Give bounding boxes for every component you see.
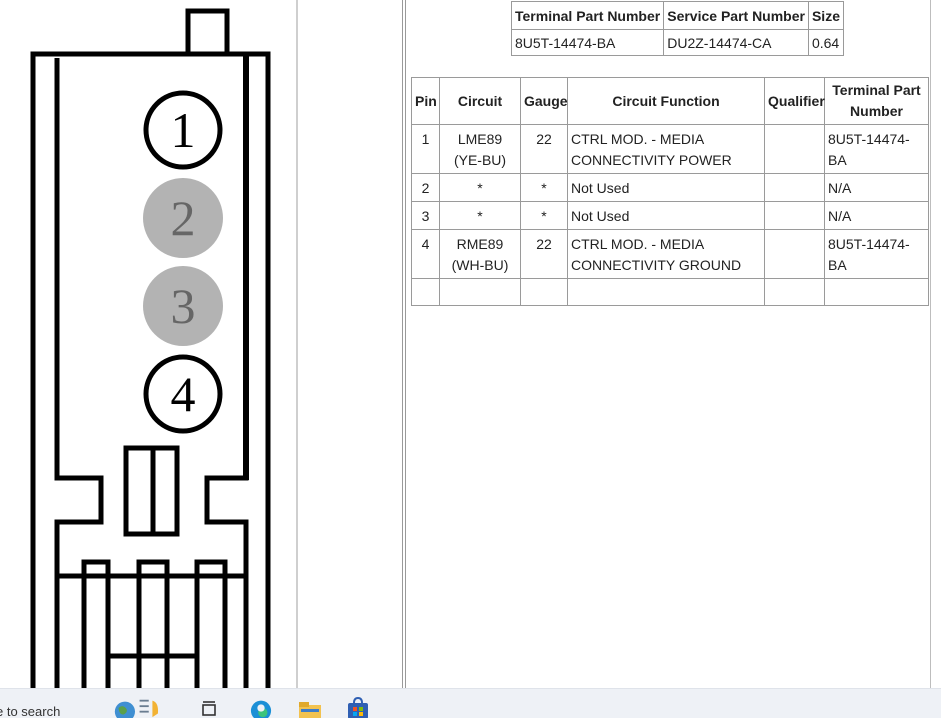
table-row-empty <box>411 278 929 306</box>
panel-divider <box>405 0 406 688</box>
store-icon[interactable] <box>346 697 370 718</box>
table-row: 8U5T-14474-BA DU2Z-14474-CA 0.64 <box>510 29 844 56</box>
column-header-gauge: Gauge <box>520 77 568 125</box>
empty-cell <box>520 278 568 306</box>
column-header-qualifier: Qualifier <box>764 77 825 125</box>
qualifier-cell <box>764 124 825 174</box>
terminal-part-number-cell: N/A <box>824 173 929 202</box>
table-row: 1 LME89 (YE-BU) 22 CTRL MOD. - MEDIA CON… <box>411 124 929 174</box>
table-header-row: Pin Circuit Gauge Circuit Function Quali… <box>411 77 929 125</box>
empty-cell <box>824 278 929 306</box>
terminal-part-number-cell: N/A <box>824 201 929 230</box>
circuit-cell: LME89 (YE-BU) <box>439 124 521 174</box>
gauge-cell: 22 <box>520 229 568 279</box>
pin-number-label: 1 <box>171 102 196 158</box>
gauge-cell: * <box>520 173 568 202</box>
circuit-function-cell: CTRL MOD. - MEDIA CONNECTIVITY POWER <box>567 124 765 174</box>
pin-cell: 2 <box>411 173 440 202</box>
pin-table: Pin Circuit Gauge Circuit Function Quali… <box>411 77 929 306</box>
terminal-summary-table: Terminal Part Number Service Part Number… <box>510 1 844 56</box>
circuit-function-cell: CTRL MOD. - MEDIA CONNECTIVITY GROUND <box>567 229 765 279</box>
panel-divider[interactable] <box>296 0 298 688</box>
column-header-circuit: Circuit <box>439 77 521 125</box>
circuit-cell: RME89 (WH-BU) <box>439 229 521 279</box>
service-part-number-cell: DU2Z-14474-CA <box>663 29 809 56</box>
pin-cell: 1 <box>411 124 440 174</box>
empty-cell <box>411 278 440 306</box>
pin-number-label: 2 <box>171 190 196 246</box>
edge-browser-icon[interactable] <box>248 697 274 718</box>
file-explorer-icon[interactable] <box>298 697 322 718</box>
table-row: 3 * * Not Used N/A <box>411 201 929 230</box>
circuit-function-cell: Not Used <box>567 201 765 230</box>
column-header: Size <box>807 1 844 30</box>
pin-cell: 3 <box>411 201 440 230</box>
taskbar-search-box[interactable]: e to search <box>0 704 60 718</box>
column-header: Service Part Number <box>663 1 809 30</box>
circuit-function-cell: Not Used <box>567 173 765 202</box>
terminal-part-number-cell: 8U5T-14474-BA <box>510 29 665 56</box>
empty-cell <box>567 278 765 306</box>
weather-icon[interactable] <box>110 697 160 718</box>
column-header: Terminal Part Number <box>510 1 665 30</box>
connector-drawing: 1 2 3 4 <box>30 8 271 688</box>
gauge-cell: * <box>520 201 568 230</box>
connector-inner-wall-left <box>54 58 104 688</box>
circuit-cell: * <box>439 201 521 230</box>
table-header-row: Terminal Part Number Service Part Number… <box>510 1 844 30</box>
terminal-part-number-cell: 8U5T-14474-BA <box>824 229 929 279</box>
terminal-part-number-cell: 8U5T-14474-BA <box>824 124 929 174</box>
taskbar: e to search <box>0 688 941 718</box>
connector-diagram: 1 2 3 4 <box>0 0 297 688</box>
task-view-icon[interactable] <box>200 697 220 718</box>
pin-number-label: 3 <box>171 278 196 334</box>
panel-divider <box>402 0 403 688</box>
column-header-circuit-function: Circuit Function <box>567 77 765 125</box>
qualifier-cell <box>764 173 825 202</box>
gauge-cell: 22 <box>520 124 568 174</box>
column-header-pin: Pin <box>411 77 440 125</box>
empty-cell <box>439 278 521 306</box>
table-row: 4 RME89 (WH-BU) 22 CTRL MOD. - MEDIA CON… <box>411 229 929 279</box>
pin-cell: 4 <box>411 229 440 279</box>
qualifier-cell <box>764 229 825 279</box>
pin-number-label: 4 <box>171 366 196 422</box>
table-row: 2 * * Not Used N/A <box>411 173 929 202</box>
panel-divider <box>930 0 931 688</box>
connector-latch-tab <box>185 8 230 52</box>
column-header-terminal-part-number: Terminal Part Number <box>824 77 929 125</box>
circuit-cell: * <box>439 173 521 202</box>
size-cell: 0.64 <box>807 29 844 56</box>
qualifier-cell <box>764 201 825 230</box>
empty-cell <box>764 278 825 306</box>
